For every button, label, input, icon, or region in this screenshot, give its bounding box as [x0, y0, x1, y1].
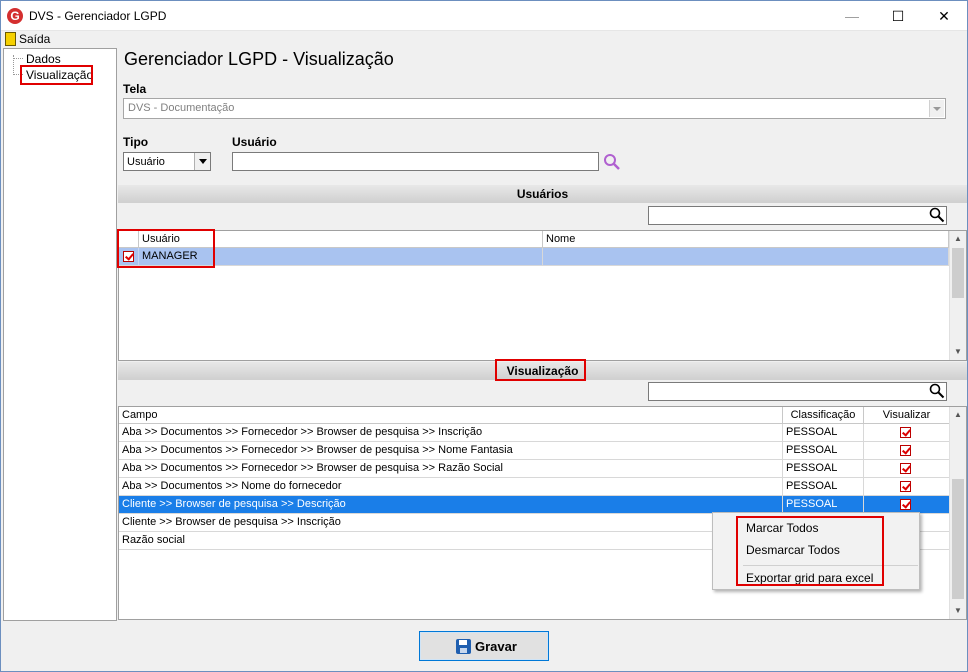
highlight-box — [117, 229, 215, 268]
search-icon[interactable] — [929, 207, 945, 223]
cell-campo: Aba >> Documentos >> Nome do fornecedor — [119, 478, 783, 496]
table-row[interactable]: Aba >> Documentos >> Nome do fornecedor … — [119, 478, 949, 496]
checkbox-checked[interactable] — [900, 427, 911, 438]
window-title: DVS - Gerenciador LGPD — [29, 9, 167, 23]
search-icon[interactable] — [929, 383, 945, 399]
save-button[interactable]: Gravar — [419, 631, 549, 661]
minimize-button[interactable]: — — [829, 1, 875, 31]
tipo-select[interactable]: Usuário — [123, 152, 211, 171]
cell-visualizar[interactable] — [864, 424, 949, 442]
cell-classificacao: PESSOAL — [783, 424, 864, 442]
scroll-up-icon[interactable]: ▲ — [950, 407, 966, 423]
scroll-thumb[interactable] — [952, 479, 964, 599]
tipo-value: Usuário — [127, 156, 165, 168]
cell-classificacao: PESSOAL — [783, 442, 864, 460]
tela-value: DVS - Documentação — [128, 102, 235, 114]
visualizacao-grid-scrollbar[interactable]: ▲ ▼ — [949, 407, 966, 619]
usuario-label: Usuário — [232, 135, 277, 149]
visualizacao-search-input[interactable] — [648, 382, 947, 401]
highlight-box — [736, 516, 884, 586]
cell-visualizar[interactable] — [864, 442, 949, 460]
column-header-nome[interactable]: Nome — [543, 231, 949, 248]
cell-campo: Cliente >> Browser de pesquisa >> Descri… — [119, 496, 783, 514]
search-icon[interactable] — [603, 153, 621, 171]
close-button[interactable]: ✕ — [921, 1, 967, 31]
column-header-visualizar[interactable]: Visualizar — [864, 407, 949, 424]
table-row[interactable]: Aba >> Documentos >> Fornecedor >> Brows… — [119, 442, 949, 460]
save-button-label: Gravar — [475, 639, 517, 654]
cell-campo: Aba >> Documentos >> Fornecedor >> Brows… — [119, 460, 783, 478]
highlight-box — [495, 359, 586, 381]
title-bar: G DVS - Gerenciador LGPD — ☐ ✕ — [1, 1, 967, 31]
cell-campo: Razão social — [119, 532, 783, 550]
cell-classificacao: PESSOAL — [783, 478, 864, 496]
cell-campo: Aba >> Documentos >> Fornecedor >> Brows… — [119, 424, 783, 442]
scroll-thumb[interactable] — [952, 248, 964, 298]
cell-visualizar[interactable] — [864, 460, 949, 478]
cell-nome — [543, 248, 949, 266]
floppy-disk-icon — [456, 639, 471, 654]
chevron-down-icon[interactable] — [194, 153, 210, 170]
tela-label: Tela — [123, 82, 147, 96]
table-row[interactable]: Aba >> Documentos >> Fornecedor >> Brows… — [119, 424, 949, 442]
tree-item-dados[interactable]: Dados — [26, 52, 61, 66]
checkbox-checked[interactable] — [900, 463, 911, 474]
users-grid-scrollbar[interactable]: ▲ ▼ — [949, 231, 966, 360]
exit-door-icon[interactable] — [5, 32, 16, 46]
cell-campo: Aba >> Documentos >> Fornecedor >> Brows… — [119, 442, 783, 460]
cell-classificacao: PESSOAL — [783, 460, 864, 478]
scroll-up-icon[interactable]: ▲ — [950, 231, 966, 247]
users-grid-header: Usuário Nome — [119, 231, 949, 248]
column-header-classificacao[interactable]: Classificação — [783, 407, 864, 424]
users-section-header: Usuários — [118, 185, 967, 203]
scroll-down-icon[interactable]: ▼ — [950, 344, 966, 360]
tree-connector — [14, 58, 23, 59]
users-grid[interactable]: Usuário Nome MANAGER ▲ ▼ — [118, 230, 967, 361]
tipo-label: Tipo — [123, 135, 149, 149]
tela-select[interactable]: DVS - Documentação — [123, 98, 946, 119]
scroll-down-icon[interactable]: ▼ — [950, 603, 966, 619]
column-header-campo[interactable]: Campo — [119, 407, 783, 424]
maximize-button[interactable]: ☐ — [875, 1, 921, 31]
cell-campo: Cliente >> Browser de pesquisa >> Inscri… — [119, 514, 783, 532]
app-window: G DVS - Gerenciador LGPD — ☐ ✕ Saída Dad… — [0, 0, 968, 672]
table-row[interactable]: Aba >> Documentos >> Fornecedor >> Brows… — [119, 460, 949, 478]
menu-bar: Saída — [1, 31, 967, 48]
usuario-input[interactable] — [232, 152, 599, 171]
chevron-down-icon[interactable] — [929, 100, 944, 117]
page-title: Gerenciador LGPD - Visualização — [124, 49, 394, 69]
cell-visualizar[interactable] — [864, 478, 949, 496]
checkbox-checked[interactable] — [900, 499, 911, 510]
visualizacao-grid-header: Campo Classificação Visualizar — [119, 407, 949, 424]
highlight-box — [20, 65, 93, 85]
checkbox-checked[interactable] — [900, 445, 911, 456]
users-search-input[interactable] — [648, 206, 947, 225]
navigation-tree: Dados Visualização — [3, 48, 117, 621]
exit-menu-item[interactable]: Saída — [19, 32, 50, 46]
app-logo-icon: G — [7, 8, 23, 24]
table-row[interactable]: MANAGER — [119, 248, 949, 266]
checkbox-checked[interactable] — [900, 481, 911, 492]
